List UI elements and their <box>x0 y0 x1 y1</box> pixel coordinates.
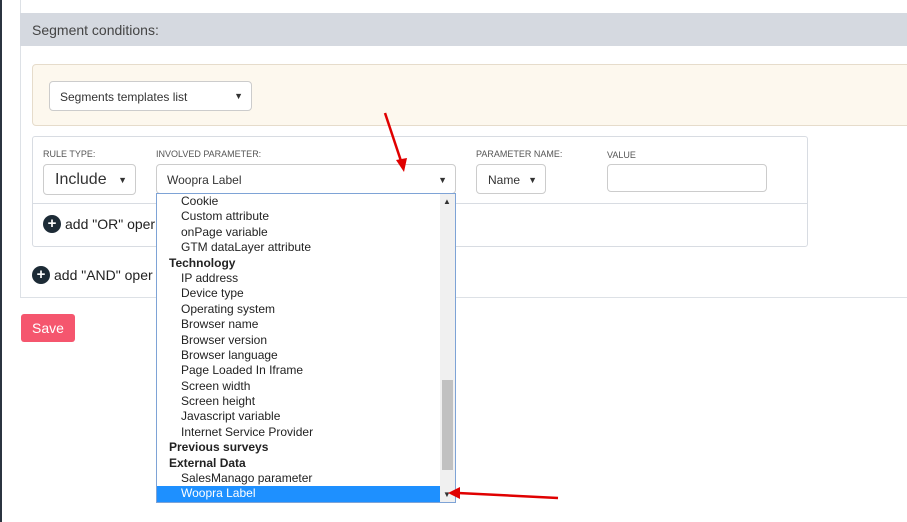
annotation-arrows <box>383 112 559 500</box>
arrow-line <box>383 112 404 165</box>
arrow-line <box>457 491 559 500</box>
arrow-head <box>448 487 460 499</box>
arrow-head <box>396 158 407 172</box>
